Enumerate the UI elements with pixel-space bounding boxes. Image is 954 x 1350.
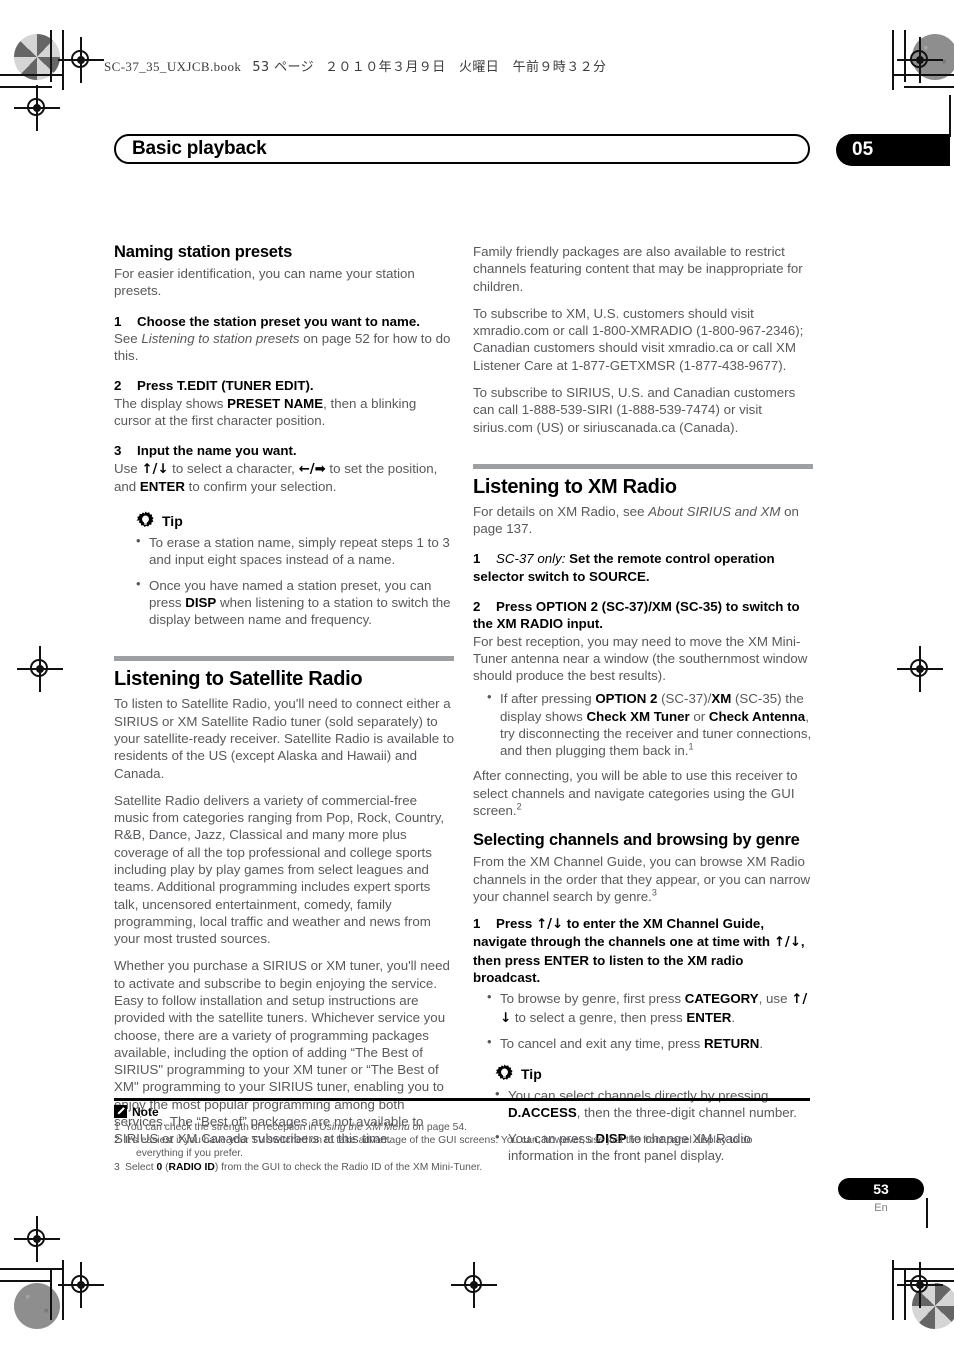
xm-step-1-title: 1 SC-37 only: Set the remote control oper… [473, 551, 775, 584]
crop-line-top-right-v [892, 30, 894, 90]
tip-label-xm: Tip [521, 1065, 542, 1082]
spacer-before-xm [473, 446, 813, 464]
tip-bullet-disp-switch: Once you have named a station preset, yo… [136, 576, 454, 629]
footnote-ref-1: 1 [688, 741, 694, 752]
step-3-body: Use ↑/↓ to select a character, ←/➡ to se… [114, 460, 438, 494]
tip-bullet-erase-name: To erase a station name, simply repeat s… [136, 533, 454, 569]
xm-bullet-list-check: If after pressing OPTION 2 (SC-37)/XM (S… [473, 689, 813, 759]
slug-page-marker: 53 ページ [252, 60, 315, 75]
printer-slug-line: SC-37_35_UXJCB.book 53 ページ ２０１０年３月９日 火曜日… [104, 56, 606, 75]
footnote-divider [114, 1098, 810, 1101]
tip-heading-xm: Tip [495, 1064, 813, 1083]
crop-line-bottom-right-h [892, 1268, 954, 1270]
step-1-body: See Listening to station presets on page… [114, 330, 451, 364]
registration-mark-right-middle [897, 646, 943, 692]
up-down-arrow-icon: ↑/↓ [773, 935, 801, 951]
heading-naming-station-presets: Naming station presets [114, 243, 293, 261]
chapter-tab: 05 [836, 134, 950, 166]
xm-step-1: 1 SC-37 only: Set the remote control oper… [473, 550, 813, 585]
bullet-browse-by-genre: To browse by genre, first press CATEGORY… [487, 989, 813, 1027]
step-3-input-name: 3 Input the name you want. Use ↑/↓ to sel… [114, 442, 454, 495]
paragraph-family-packages: Family friendly packages are also availa… [473, 244, 803, 294]
registration-mark-top-left-lower [14, 85, 60, 131]
up-down-arrow-icon: ↑/↓ [535, 917, 564, 933]
halftone-dot-bottom-right [912, 1283, 954, 1329]
xm-bullet-check-tuner: If after pressing OPTION 2 (SC-37)/XM (S… [487, 689, 813, 759]
spacer-before-satellite [114, 636, 454, 656]
gear-lightbulb-icon [495, 1064, 514, 1083]
section-divider-satellite [114, 656, 454, 662]
bullet-cancel-exit: To cancel and exit any time, press RETUR… [487, 1034, 813, 1052]
xm-step-2-body: For best reception, you may need to move… [473, 633, 808, 684]
xm-step-2: 2 Press OPTION 2 (SC-37)/XM (SC-35) to sw… [473, 598, 813, 684]
page-header: Basic playback [114, 134, 810, 164]
registration-mark-top-left-inner [58, 37, 104, 83]
selecting-step-1: 1 Press ↑/↓ to enter the XM Channel Guide… [473, 915, 813, 986]
crop-line-bottom-left-h [0, 1268, 64, 1270]
step-2-title: 2 Press T.EDIT (TUNER EDIT). [114, 378, 314, 394]
section-divider-xm-radio [473, 463, 813, 469]
crop-line-bottom-left-h2 [0, 1280, 52, 1282]
paragraph-subscribe-sirius: To subscribe to SIRIUS, U.S. and Canadia… [473, 384, 796, 435]
footnote-item-3: 3 Select 0 (RADIO ID) from the GUI to che… [114, 1161, 483, 1173]
crop-line-bottom-left-v [50, 1268, 52, 1320]
crop-line-top-right-h [892, 74, 954, 76]
slug-filename: SC-37_35_UXJCB.book [104, 59, 242, 74]
page-footer-tick [926, 1198, 928, 1228]
crop-line-top-left-h2 [0, 86, 52, 88]
pencil-note-icon [114, 1105, 127, 1118]
registration-mark-left-middle [17, 646, 63, 692]
paragraph-satellite-2: Satellite Radio delivers a variety of co… [114, 792, 445, 947]
paragraph-xm-intro: For details on XM Radio, see About SIRIU… [473, 503, 799, 537]
chapter-number: 05 [852, 139, 874, 160]
tip-heading: Tip [136, 511, 454, 530]
left-right-arrow-icon: ←/➡ [298, 461, 326, 477]
selecting-bullet-list: To browse by genre, first press CATEGORY… [473, 989, 813, 1052]
step-2-press-tedit: 2 Press T.EDIT (TUNER EDIT). The display … [114, 377, 454, 429]
paragraph-naming-intro: For easier identification, you can name … [114, 265, 415, 299]
page-number-pill: 53 [838, 1178, 924, 1200]
step-3-title: 3 Input the name you want. [114, 443, 297, 459]
selecting-step-1-title: 1 Press ↑/↓ to enter the XM Channel Guide… [473, 916, 805, 985]
paragraph-after-connecting: After connecting, you will be able to us… [473, 768, 798, 819]
tip-bullet-list-naming: To erase a station name, simply repeat s… [114, 533, 454, 629]
note-heading: Note [114, 1105, 810, 1119]
paragraph-satellite-1: To listen to Satellite Radio, you'll nee… [114, 696, 454, 781]
xm-step-2-title: 2 Press OPTION 2 (SC-37)/XM (SC-35) to sw… [473, 598, 800, 632]
registration-mark-bottom-left-upper [14, 1216, 60, 1262]
note-label: Note [132, 1104, 159, 1119]
heading-listening-to-xm-radio: Listening to XM Radio [473, 475, 677, 498]
page-number: 53 [873, 1181, 889, 1197]
slug-date: ２０１０年３月９日 火曜日 午前９時３２分 [325, 60, 607, 75]
step-1-choose-preset: 1 Choose the station preset you want to n… [114, 313, 454, 365]
tip-block-naming: Tip To erase a station name, simply repe… [114, 511, 454, 628]
page-title: Basic playback [132, 138, 267, 159]
heading-listening-to-satellite-radio: Listening to Satellite Radio [114, 668, 363, 691]
footnote-ref-2: 2 [516, 801, 522, 812]
left-column: Naming station presets For easier identi… [114, 243, 454, 1158]
crop-line-top-left-h [0, 74, 64, 76]
footnote-ref-3: 3 [651, 887, 657, 898]
crop-line-bottom-right-h2 [904, 1280, 954, 1282]
tip-label: Tip [162, 512, 183, 529]
footnote-item-2: 2 It's easiest if you have your TV switch… [114, 1134, 753, 1160]
footnote-area: Note 1 You can check the strength of rece… [114, 1098, 810, 1174]
step-1-title: 1 Choose the station preset you want to n… [114, 313, 420, 329]
right-column: Family friendly packages are also availa… [473, 243, 813, 1172]
registration-mark-bottom-left-inner [58, 1262, 104, 1308]
heading-selecting-channels: Selecting channels and browsing by genre [473, 831, 800, 850]
halftone-dot-bottom-left [14, 1283, 60, 1329]
crop-line-top-right-h2 [904, 86, 954, 88]
paragraph-subscribe-xm: To subscribe to XM, U.S. customers shoul… [473, 305, 804, 373]
footnote-item-1: 1 You can check the strength of reception… [114, 1121, 467, 1133]
paragraph-selecting-intro: From the XM Channel Guide, you can brows… [473, 854, 811, 904]
gear-lightbulb-icon [136, 511, 155, 530]
chapter-tab-tick [949, 95, 951, 137]
step-2-body: The display shows PRESET NAME, then a bl… [114, 395, 417, 428]
crop-line-bottom-right-v2 [904, 1268, 906, 1320]
crop-line-top-left-v2 [62, 30, 64, 90]
registration-mark-center-bottom [451, 1262, 497, 1308]
up-down-arrow-icon: ↑/↓ [141, 461, 169, 477]
page-language-code: En [874, 1202, 888, 1214]
